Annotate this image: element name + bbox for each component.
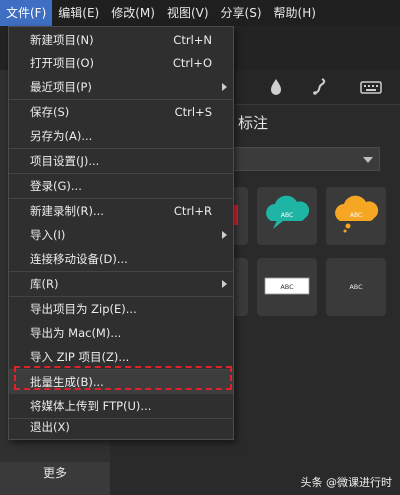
menu-item-recent-projects[interactable]: 最近项目(P) (9, 75, 233, 99)
menu-item-exit[interactable]: 退出(X) (9, 415, 233, 439)
thought-cloud-icon: ABC (335, 195, 379, 233)
menu-item-login[interactable]: 登录(G)... (9, 174, 233, 198)
menu-item-label: 连接移动设备(D)... (30, 252, 128, 266)
menu-item-project-settings[interactable]: 项目设置(J)... (9, 149, 233, 173)
menu-item-shortcut: Ctrl+S (174, 105, 212, 119)
menu-item-import[interactable]: 导入(I) (9, 223, 233, 247)
watermark: 头条 @微课进行时 (300, 476, 393, 489)
menu-item-label: 项目设置(J)... (30, 154, 100, 168)
highlight-annotation-box (14, 366, 232, 390)
tile-text: ABC (350, 212, 362, 219)
menu-item-save[interactable]: 保存(S) Ctrl+S (9, 100, 233, 124)
menu-item-label: 保存(S) (30, 105, 70, 119)
menu-file[interactable]: 文件(F) (0, 0, 53, 26)
submenu-arrow-icon (222, 280, 227, 288)
panel-title: 标注 (238, 114, 269, 132)
submenu-arrow-icon (222, 83, 227, 91)
menu-item-connect-mobile[interactable]: 连接移动设备(D)... (9, 247, 233, 271)
chevron-down-icon (363, 157, 373, 163)
callout-teal-cloud[interactable]: ABC (257, 187, 317, 245)
menu-item-new-recording[interactable]: 新建录制(R)... Ctrl+R (9, 199, 233, 223)
cursor-path-icon[interactable] (310, 77, 330, 97)
tile-text: ABC (280, 283, 294, 291)
cloud-callout-icon: ABC (266, 195, 310, 229)
menu-item-label: 新建项目(N) (30, 33, 94, 47)
menu-item-label: 登录(G)... (30, 179, 82, 193)
menu-item-label: 导入(I) (30, 228, 66, 242)
text-callout-icon: ABC (349, 283, 363, 291)
tile-text: ABC (349, 283, 363, 291)
callout-white-box[interactable]: ABC (257, 258, 317, 316)
menu-item-label: 打开项目(O) (30, 56, 95, 70)
menu-item-library[interactable]: 库(R) (9, 272, 233, 296)
menu-item-shortcut: Ctrl+N (173, 33, 212, 47)
menu-modify[interactable]: 修改(M) (105, 0, 161, 26)
menu-help[interactable]: 帮助(H) (268, 0, 322, 26)
menu-item-export-mac[interactable]: 导出为 Mac(M)... (9, 321, 233, 345)
callout-text-only[interactable]: ABC (326, 258, 386, 316)
menu-item-label: 另存为(A)... (30, 129, 93, 143)
more-button[interactable]: 更多 (0, 462, 110, 484)
menu-edit[interactable]: 编辑(E) (52, 0, 105, 26)
box-callout-icon: ABC (264, 277, 310, 295)
menu-view[interactable]: 视图(V) (161, 0, 215, 26)
keyboard-icon[interactable] (360, 77, 382, 97)
menu-item-label: 新建录制(R)... (30, 204, 104, 218)
menu-item-open-project[interactable]: 打开项目(O) Ctrl+O (9, 51, 233, 75)
menu-item-label: 导出项目为 Zip(E)... (30, 302, 137, 316)
menu-item-export-zip[interactable]: 导出项目为 Zip(E)... (9, 297, 233, 321)
menu-item-label: 退出(X) (30, 420, 70, 434)
menu-item-save-as[interactable]: 另存为(A)... (9, 124, 233, 148)
menu-item-new-project[interactable]: 新建项目(N) Ctrl+N (9, 28, 233, 52)
menubar: 文件(F) 编辑(E) 修改(M) 视图(V) 分享(S) 帮助(H) (0, 0, 400, 26)
menu-item-label: 导出为 Mac(M)... (30, 326, 122, 340)
callout-orange-cloud[interactable]: ABC (326, 187, 386, 245)
submenu-arrow-icon (222, 231, 227, 239)
style-dropdown[interactable] (232, 147, 380, 171)
menu-item-shortcut: Ctrl+O (172, 56, 212, 70)
menu-item-label: 最近项目(P) (30, 80, 92, 94)
tile-text: ABC (281, 212, 293, 219)
menu-share[interactable]: 分享(S) (215, 0, 268, 26)
menu-item-shortcut: Ctrl+R (173, 204, 212, 218)
menu-item-label: 库(R) (30, 277, 59, 291)
drop-icon[interactable] (266, 77, 286, 97)
